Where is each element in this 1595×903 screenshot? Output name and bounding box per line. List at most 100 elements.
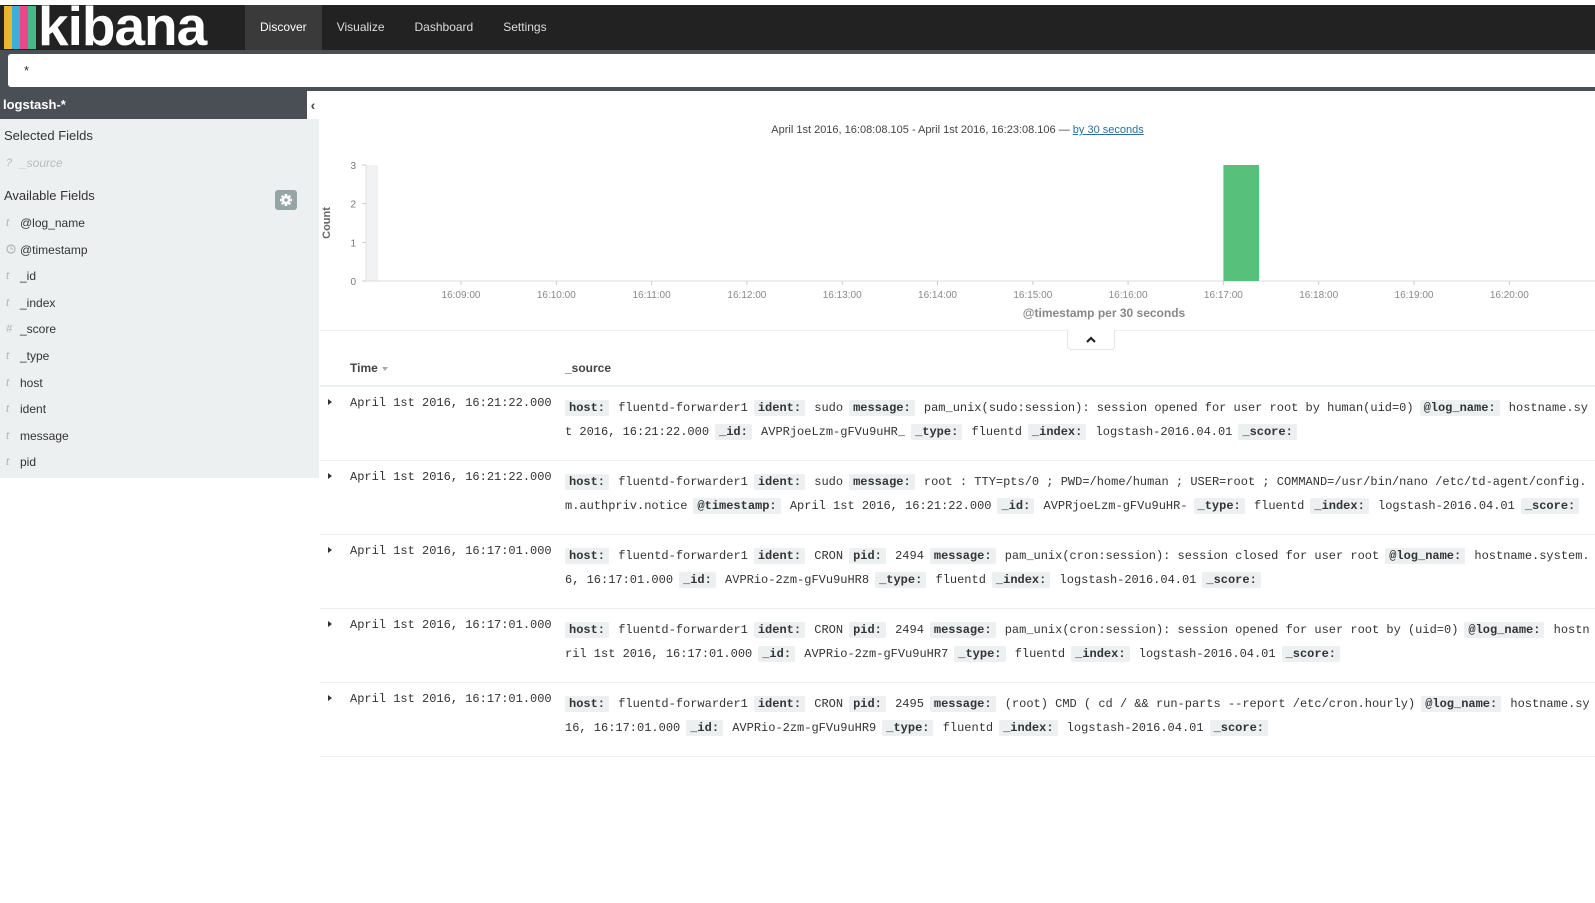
string-type-icon: t: [6, 429, 10, 442]
source-field-value: CRON: [814, 623, 844, 637]
source-field-key: ident:: [753, 696, 806, 712]
source-line: t 2016, 16:21:22.000 _id: AVPRjoeLzm-gFVu…: [565, 420, 1595, 444]
source-field-key: _id:: [997, 498, 1035, 514]
time-range-label: April 1st 2016, 16:08:08.105 - April 1st…: [320, 124, 1595, 136]
source-field-value: logstash-2016.04.01: [1095, 425, 1233, 439]
gear-icon: [280, 194, 292, 206]
source-field-key: _index:: [999, 720, 1058, 736]
x-tick-label: 16:17:00: [1204, 290, 1243, 301]
field-item-source[interactable]: ? _source: [0, 155, 300, 175]
source-field-value: fluentd-forwarder1: [618, 475, 748, 489]
source-field-key: pid:: [849, 548, 886, 564]
source-field-value: AVPRjoeLzm-gFVu9uHR_: [761, 425, 906, 439]
source-line: host: fluentd-forwarder1 ident: CRON pid: …: [565, 692, 1595, 716]
row-divider: [320, 756, 1595, 757]
field-name: _index: [20, 295, 56, 310]
string-type-icon: t: [6, 350, 10, 362]
source-field-value: fluentd-forwarder1: [618, 623, 748, 637]
sort-down-icon: [382, 367, 389, 371]
source-field-key: @log_name:: [1419, 400, 1500, 416]
field-item-type[interactable]: t _type: [0, 348, 300, 368]
collapse-chart-button[interactable]: [1067, 330, 1115, 350]
field-item-timestamp[interactable]: @timestamp: [0, 242, 300, 262]
source-field-key: message:: [929, 622, 996, 638]
field-item-id[interactable]: t _id: [0, 268, 300, 288]
top-navbar: kibana Discover Visualize Dashboard Setting…: [0, 0, 1595, 56]
source-field-key: message:: [929, 696, 996, 712]
expand-row-icon[interactable]: [326, 545, 334, 555]
source-field-key: _index:: [991, 572, 1051, 588]
source-field-value: m.authpriv.notice: [565, 499, 688, 513]
source-field-value: CRON: [814, 697, 844, 711]
index-pattern-selector[interactable]: logstash-*: [0, 91, 307, 119]
source-field-value: logstash-2016.04.01: [1378, 499, 1515, 513]
x-tick-label: 16:20:00: [1490, 290, 1529, 301]
source-line: host: fluentd-forwarder1 ident: sudo messa…: [565, 470, 1595, 494]
field-name: @log_name: [20, 216, 85, 230]
y-tick-label: 0: [350, 277, 356, 288]
table-row[interactable]: April 1st 2016, 16:17:01.000 host: fluent…: [320, 609, 1595, 683]
source-field-value: 6, 16:17:01.000: [565, 573, 674, 587]
string-type-icon: t: [6, 296, 10, 309]
source-field-key: _score:: [1202, 572, 1261, 588]
table-row[interactable]: April 1st 2016, 16:21:22.000 host: fluent…: [320, 461, 1595, 535]
kibana-discover-page: kibana Discover Visualize Dashboard Setting…: [0, 0, 1595, 903]
table-row[interactable]: April 1st 2016, 16:17:01.000 host: fluent…: [320, 535, 1595, 609]
x-tick-label: 16:14:00: [918, 290, 957, 301]
x-tick-label: 16:13:00: [823, 290, 862, 301]
field-item-logname[interactable]: t @log_name: [0, 215, 300, 235]
source-field-value: April 1st 2016, 16:21:22.000: [789, 499, 992, 513]
field-item-message[interactable]: t message: [0, 428, 300, 448]
field-item-host[interactable]: t host: [0, 375, 300, 395]
nav-item-visualize[interactable]: Visualize: [322, 5, 400, 50]
chevron-up-icon: [1086, 336, 1096, 343]
string-type-icon: t: [6, 456, 10, 469]
source-field-value: pam_unix(cron:session): session opened f…: [1004, 623, 1459, 637]
expand-row-icon[interactable]: [326, 619, 334, 629]
source-field-value: logstash-2016.04.01: [1066, 721, 1204, 735]
source-field-value: AVPRjoeLzm-gFVu9uHR-: [1043, 499, 1188, 513]
field-settings-button[interactable]: [275, 190, 297, 210]
source-field-key: host:: [565, 622, 610, 638]
search-query-input[interactable]: [8, 54, 1595, 87]
source-field-value: ril 1st 2016, 16:17:01.000: [565, 647, 753, 661]
clock-icon: [6, 243, 16, 257]
nav-item-settings[interactable]: Settings: [488, 5, 561, 50]
field-item-pid[interactable]: t pid: [0, 454, 300, 474]
source-field-key: _type:: [911, 424, 963, 440]
time-column-header[interactable]: Time: [350, 361, 389, 375]
histogram-divider: [320, 330, 1595, 331]
expand-row-icon[interactable]: [326, 471, 334, 481]
source-field-key: ident:: [753, 548, 806, 564]
nav-item-discover[interactable]: Discover: [245, 5, 322, 50]
source-field-value: fluentd: [1253, 499, 1305, 513]
nav-item-dashboard[interactable]: Dashboard: [400, 5, 489, 50]
kibana-logo[interactable]: kibana: [4, 0, 234, 56]
source-line: m.authpriv.notice @timestamp: April 1st 2…: [565, 494, 1595, 518]
row-source: host: fluentd-forwarder1 ident: sudo messa…: [565, 470, 1595, 526]
interval-link[interactable]: by 30 seconds: [1073, 124, 1144, 136]
field-item-score[interactable]: # _score: [0, 321, 300, 341]
collapse-sidebar-button[interactable]: ‹: [307, 91, 319, 119]
row-timestamp: April 1st 2016, 16:17:01.000: [350, 692, 552, 706]
string-type-icon: t: [6, 403, 10, 416]
source-field-key: message:: [929, 548, 996, 564]
field-item-index[interactable]: t _index: [0, 295, 300, 315]
source-field-value: fluentd: [942, 721, 994, 735]
field-name: _type: [20, 349, 50, 363]
source-field-value: 2494: [895, 623, 924, 637]
y-tick-label: 3: [350, 161, 356, 172]
source-field-value: fluentd-forwarder1: [618, 697, 748, 711]
expand-row-icon[interactable]: [326, 397, 334, 407]
source-field-key: _index:: [1071, 646, 1130, 662]
table-row[interactable]: April 1st 2016, 16:17:01.000 host: fluent…: [320, 683, 1595, 757]
y-tick-label: 1: [350, 238, 356, 249]
source-field-key: _id:: [679, 572, 716, 588]
logo-bars-icon: [4, 6, 38, 49]
table-row[interactable]: April 1st 2016, 16:21:22.000 host: fluent…: [320, 387, 1595, 461]
source-field-key: host:: [565, 474, 610, 490]
field-name: _source: [20, 156, 63, 170]
field-item-ident[interactable]: t ident: [0, 401, 300, 421]
expand-row-icon[interactable]: [326, 693, 334, 703]
row-source: host: fluentd-forwarder1 ident: CRON pid: …: [565, 692, 1595, 748]
